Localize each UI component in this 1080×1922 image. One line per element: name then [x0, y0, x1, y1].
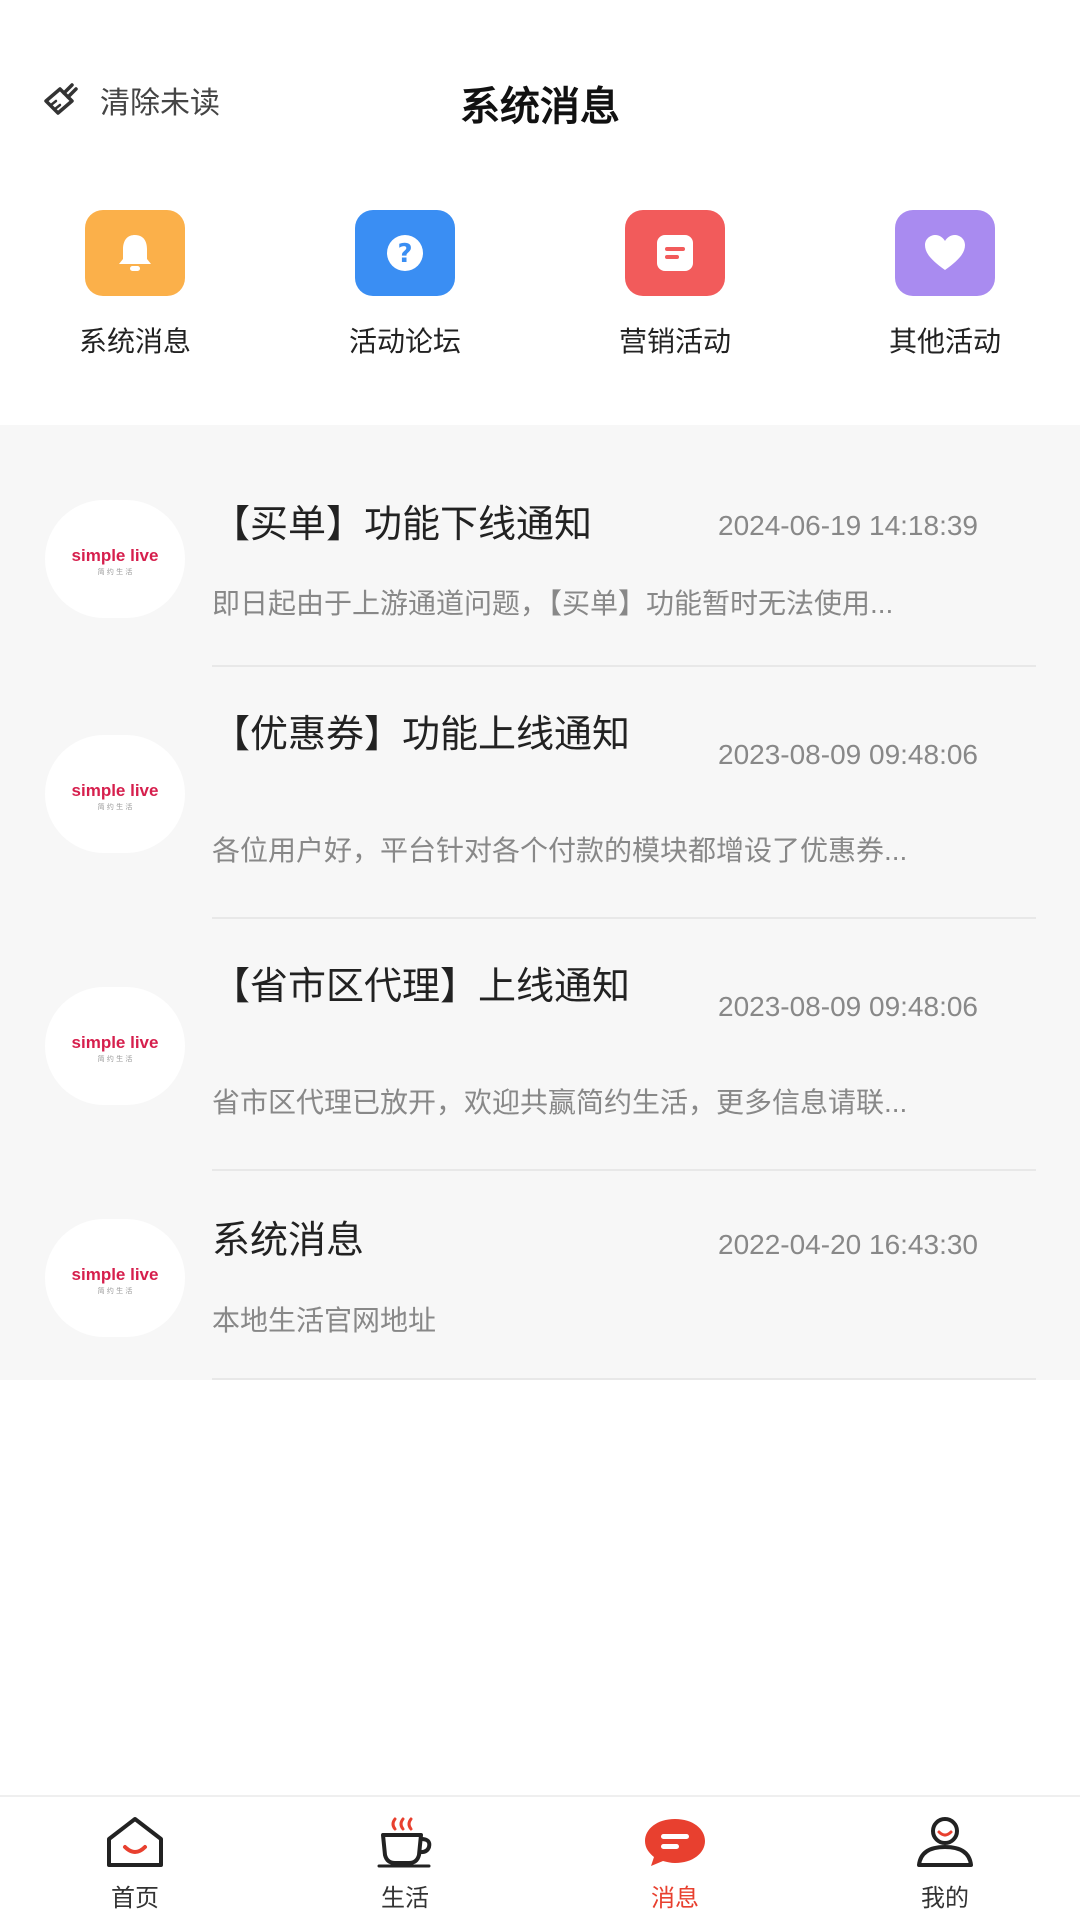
message-preview: 省市区代理已放开，欢迎共赢简约生活，更多信息请联... — [212, 1087, 908, 1118]
logo-text: simple live — [72, 546, 159, 565]
tab-messages[interactable]: 消息 — [540, 1797, 810, 1922]
bottom-tab-bar: 首页 生活 消息 我的 — [0, 1795, 1080, 1922]
bell-icon — [85, 210, 185, 296]
message-title: 系统消息 — [212, 1220, 365, 1262]
message-title: 【优惠券】功能上线通知 — [212, 714, 631, 756]
home-icon — [103, 1815, 167, 1874]
message-icon — [641, 1815, 709, 1874]
logo-text: simple live — [72, 1033, 159, 1052]
user-icon — [913, 1815, 977, 1874]
message-time: 2022-04-20 16:43:30 — [718, 1229, 978, 1260]
simple-live-logo-icon: simple live 简 约 生 活 — [72, 1265, 159, 1295]
tab-mine[interactable]: 我的 — [810, 1797, 1080, 1922]
simple-live-logo-icon: simple live 简 约 生 活 — [72, 1033, 159, 1063]
tab-label: 生活 — [381, 1885, 429, 1912]
logo-subtext: 简 约 生 活 — [98, 802, 133, 811]
logo-text: simple live — [72, 781, 159, 800]
logo-subtext: 简 约 生 活 — [98, 567, 133, 576]
page-title: 系统消息 — [460, 85, 620, 129]
message-time: 2023-08-09 09:48:06 — [718, 739, 978, 770]
question-icon: ? — [355, 210, 455, 296]
logo-subtext: 简 约 生 活 — [98, 1054, 133, 1063]
simple-live-logo-icon: simple live 简 约 生 活 — [72, 781, 159, 811]
message-title: 【省市区代理】上线通知 — [212, 966, 631, 1008]
message-item[interactable]: simple live 简 约 生 活 系统消息 2022-04-20 16:4… — [0, 1171, 1080, 1380]
avatar: simple live 简 约 生 活 — [45, 500, 185, 618]
svg-text:?: ? — [397, 239, 412, 269]
avatar: simple live 简 约 生 活 — [45, 735, 185, 853]
avatar: simple live 简 约 生 活 — [45, 1219, 185, 1337]
message-title: 【买单】功能下线通知 — [212, 504, 593, 546]
message-time: 2024-06-19 14:18:39 — [718, 510, 978, 541]
tab-home[interactable]: 首页 — [0, 1797, 270, 1922]
tab-life[interactable]: 生活 — [270, 1797, 540, 1922]
category-activity-forum[interactable]: ? 活动论坛 — [270, 200, 540, 425]
divider — [212, 1378, 1036, 1380]
message-preview: 各位用户好，平台针对各个付款的模块都增设了优惠券... — [212, 835, 908, 866]
heart-icon — [895, 210, 995, 296]
logo-subtext: 简 约 生 活 — [98, 1286, 133, 1295]
coffee-cup-icon — [373, 1815, 437, 1874]
header: 清除未读 系统消息 — [0, 0, 1080, 200]
message-preview: 即日起由于上游通道问题，【买单】功能暂时无法使用... — [212, 588, 894, 619]
category-label: 系统消息 — [78, 326, 191, 357]
message-list: simple live 简 约 生 活 【买单】功能下线通知 2024-06-1… — [0, 425, 1080, 1380]
tab-label: 我的 — [921, 1885, 969, 1912]
message-preview: 本地生活官网地址 — [212, 1305, 437, 1336]
logo-text: simple live — [72, 1265, 159, 1284]
note-icon — [625, 210, 725, 296]
category-grid: 系统消息 ? 活动论坛 营销活动 其他活动 — [0, 200, 1080, 425]
message-item[interactable]: simple live 简 约 生 活 【优惠券】功能上线通知 2023-08-… — [0, 667, 1080, 919]
message-time: 2023-08-09 09:48:06 — [718, 991, 978, 1022]
avatar: simple live 简 约 生 活 — [45, 987, 185, 1105]
simple-live-logo-icon: simple live 简 约 生 活 — [72, 546, 159, 576]
category-label: 活动论坛 — [348, 326, 461, 357]
category-marketing-activities[interactable]: 营销活动 — [540, 200, 810, 425]
message-item[interactable]: simple live 简 约 生 活 【省市区代理】上线通知 2023-08-… — [0, 919, 1080, 1171]
message-item[interactable]: simple live 简 约 生 活 【买单】功能下线通知 2024-06-1… — [0, 425, 1080, 667]
category-system-messages[interactable]: 系统消息 — [0, 200, 270, 425]
tab-label: 消息 — [651, 1885, 699, 1912]
category-other-activities[interactable]: 其他活动 — [810, 200, 1080, 425]
tab-label: 首页 — [111, 1885, 159, 1912]
category-label: 营销活动 — [618, 326, 731, 357]
category-label: 其他活动 — [888, 326, 1001, 357]
